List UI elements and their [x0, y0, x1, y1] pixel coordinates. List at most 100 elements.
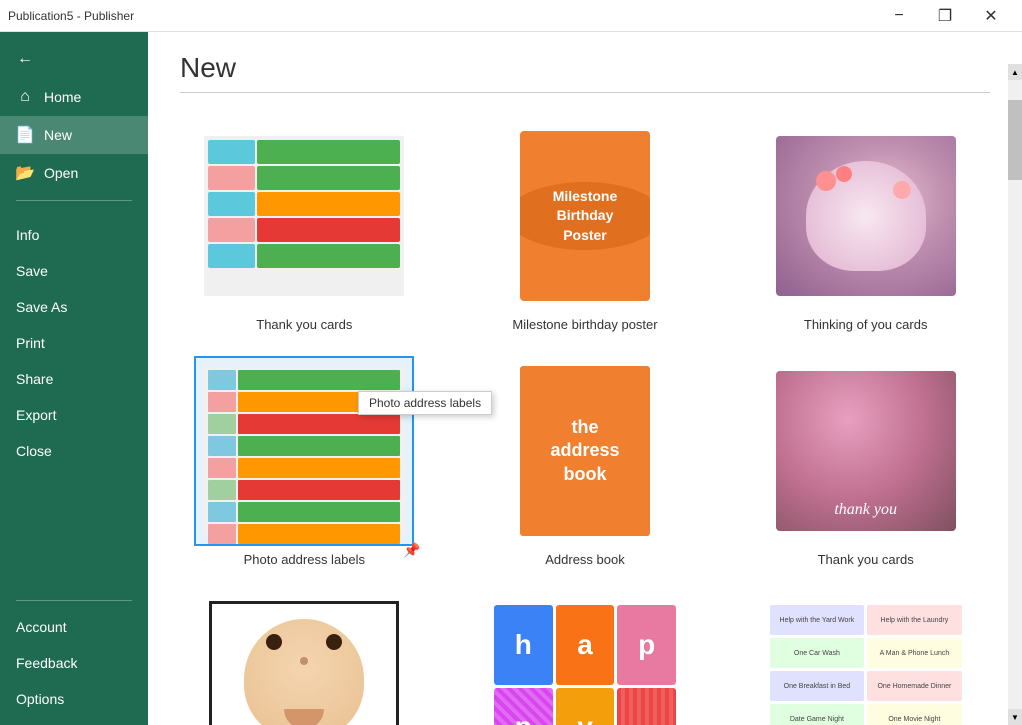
- sidebar-back-button[interactable]: ←: [0, 40, 148, 78]
- scroll-up-button[interactable]: ▲: [1008, 64, 1022, 80]
- sidebar-divider-1: [16, 200, 132, 201]
- app-body: ← ⌂ Home 📄 New 📂 Open Info Save: [0, 32, 1022, 725]
- title-divider: [180, 92, 990, 93]
- sidebar-item-save-as[interactable]: Save As: [0, 289, 148, 325]
- coupon-8: One Movie Night: [867, 704, 962, 725]
- restore-button[interactable]: ❐: [922, 0, 968, 32]
- sidebar-item-options[interactable]: Options: [0, 681, 148, 717]
- scroll-thumb[interactable]: [1008, 100, 1022, 180]
- coupon-5: One Breakfast in Bed: [770, 671, 865, 701]
- template-label-thinking: Thinking of you cards: [804, 317, 928, 332]
- sidebar-item-new-label: New: [44, 127, 72, 143]
- sidebar-item-open-label: Open: [44, 165, 78, 181]
- template-thumb-thank-you-2: thank you: [756, 356, 976, 546]
- event-letter-empty: [617, 688, 676, 725]
- sidebar-top: ← ⌂ Home 📄 New 📂 Open: [0, 32, 148, 217]
- template-baby-photo-album[interactable]: WE LOVE BABY Baby photo album: [180, 591, 429, 725]
- close-button[interactable]: ✕: [968, 0, 1014, 32]
- sidebar-item-info[interactable]: Info: [0, 217, 148, 253]
- sidebar-item-close[interactable]: Close: [0, 433, 148, 469]
- template-thank-you-cards-1[interactable]: Thank you cards: [180, 121, 429, 332]
- milestone-inner-text: MilestoneBirthdayPoster: [549, 183, 622, 250]
- sidebar-middle: Info Save Save As Print Share Export Clo…: [0, 217, 148, 592]
- title-bar-text: Publication5 - Publisher: [8, 9, 134, 23]
- template-birthday-coupons[interactable]: Help with the Yard Work Help with the La…: [741, 591, 990, 725]
- address-book-text: theaddressbook: [550, 416, 619, 486]
- baby-face: [244, 619, 364, 725]
- sidebar-bottom: Account Feedback Options: [0, 592, 148, 725]
- coupon-4: A Man & Phone Lunch: [867, 638, 962, 668]
- sidebar-item-share-label: Share: [16, 371, 53, 387]
- template-label-thank-you-2: Thank you cards: [818, 552, 914, 567]
- template-milestone-birthday[interactable]: MilestoneBirthdayPoster Milestone birthd…: [461, 121, 710, 332]
- main-content: New Photo address labels: [148, 32, 1022, 725]
- sidebar-item-close-label: Close: [16, 443, 52, 459]
- templates-grid: Thank you cards MilestoneBirthdayPoster …: [180, 121, 990, 725]
- sidebar-item-share[interactable]: Share: [0, 361, 148, 397]
- sidebar-item-options-label: Options: [16, 691, 64, 707]
- coupon-3: One Car Wash: [770, 638, 865, 668]
- template-address-book[interactable]: theaddressbook Address book: [461, 356, 710, 567]
- event-letter-p1: p: [617, 605, 676, 685]
- sidebar-item-export-label: Export: [16, 407, 56, 423]
- sidebar-item-feedback[interactable]: Feedback: [0, 645, 148, 681]
- title-bar-controls: − ❐ ✕: [876, 0, 1014, 32]
- template-label-thank-you-1: Thank you cards: [256, 317, 352, 332]
- coupon-6: One Homemade Dinner: [867, 671, 962, 701]
- template-thumb-thinking: [756, 121, 976, 311]
- template-thumb-photo-address: [194, 356, 414, 546]
- template-thumb-milestone: MilestoneBirthdayPoster: [475, 121, 695, 311]
- sidebar-divider-2: [16, 600, 132, 601]
- sidebar-item-new[interactable]: 📄 New: [0, 116, 148, 154]
- sidebar-item-info-label: Info: [16, 227, 39, 243]
- sidebar-item-print-label: Print: [16, 335, 45, 351]
- event-letter-p2: p: [494, 688, 553, 725]
- template-thumb-address-book: theaddressbook: [475, 356, 695, 546]
- milestone-thumb-inner: MilestoneBirthdayPoster: [520, 131, 650, 301]
- sidebar-item-print[interactable]: Print: [0, 325, 148, 361]
- template-thinking-of-you[interactable]: Thinking of you cards: [741, 121, 990, 332]
- sidebar-item-save-label: Save: [16, 263, 48, 279]
- sidebar-item-save-as-label: Save As: [16, 299, 67, 315]
- template-thank-you-cards-2[interactable]: thank you Thank you cards: [741, 356, 990, 567]
- sidebar-item-export[interactable]: Export: [0, 397, 148, 433]
- sidebar-item-feedback-label: Feedback: [16, 655, 77, 671]
- minimize-button[interactable]: −: [876, 0, 922, 32]
- sidebar-item-open[interactable]: 📂 Open: [0, 154, 148, 192]
- template-photo-address-labels[interactable]: Photo address labels 📌: [180, 356, 429, 567]
- templates-area[interactable]: Photo address labels Thank you cards: [148, 121, 1022, 725]
- sidebar-item-home-label: Home: [44, 89, 81, 105]
- sidebar-item-account[interactable]: Account: [0, 609, 148, 645]
- pin-icon: 📌: [403, 542, 420, 559]
- address-book-inner: theaddressbook: [520, 366, 650, 536]
- event-letter-h: h: [494, 605, 553, 685]
- scroll-down-button[interactable]: ▼: [1008, 709, 1022, 725]
- template-thumb-birthday-coupons: Help with the Yard Work Help with the La…: [756, 591, 976, 725]
- template-thumb-event-banner: h a p p y: [475, 591, 695, 725]
- tooltip: Photo address labels: [358, 391, 492, 415]
- coupon-2: Help with the Laundry: [867, 605, 962, 635]
- page-title: New: [180, 52, 990, 84]
- title-bar-left: Publication5 - Publisher: [8, 9, 134, 23]
- event-letter-y: y: [556, 688, 615, 725]
- template-event-banner[interactable]: h a p p y Event banner: [461, 591, 710, 725]
- baby-album-inner: WE LOVE BABY: [209, 601, 399, 725]
- main-header: New: [148, 32, 1022, 121]
- open-icon: 📂: [16, 164, 34, 182]
- sidebar-item-save[interactable]: Save: [0, 253, 148, 289]
- sidebar-item-home[interactable]: ⌂ Home: [0, 78, 148, 116]
- template-label-photo-address: Photo address labels: [244, 552, 365, 567]
- birthday-coupons-inner: Help with the Yard Work Help with the La…: [766, 601, 966, 725]
- back-icon: ←: [16, 50, 34, 68]
- coupon-7: Date Game Night: [770, 704, 865, 725]
- new-icon: 📄: [16, 126, 34, 144]
- template-label-milestone: Milestone birthday poster: [512, 317, 657, 332]
- scrollbar[interactable]: ▲ ▼: [1008, 64, 1022, 725]
- coupon-1: Help with the Yard Work: [770, 605, 865, 635]
- template-thumb-thank-you-1: [194, 121, 414, 311]
- event-banner-inner: h a p p y: [490, 601, 680, 725]
- template-label-address-book: Address book: [545, 552, 625, 567]
- template-thumb-baby-album: WE LOVE BABY: [194, 591, 414, 725]
- scroll-track[interactable]: [1008, 80, 1022, 709]
- home-icon: ⌂: [16, 88, 34, 106]
